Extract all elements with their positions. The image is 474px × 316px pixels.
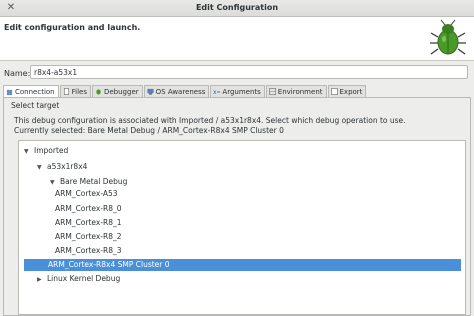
title-bar: ✕ Edit Configuration bbox=[0, 0, 474, 17]
tab-os-awareness[interactable]: OS Awareness bbox=[143, 85, 210, 97]
arguments-icon: x= bbox=[213, 89, 220, 95]
name-label: Name: bbox=[4, 69, 31, 78]
bug-icon bbox=[430, 19, 466, 55]
name-input[interactable] bbox=[30, 65, 468, 79]
tree-leaf-label: ARM_Cortex-R8_0 bbox=[55, 204, 122, 213]
tab-environment[interactable]: Environment bbox=[265, 85, 327, 97]
tree-leaf-label: ARM_Cortex-R8_3 bbox=[55, 246, 122, 255]
tab-label: OS Awareness bbox=[155, 87, 206, 96]
tree-leaf-label: ARM_Cortex-R8_1 bbox=[55, 218, 122, 227]
expanded-arrow-icon[interactable]: ▼ bbox=[24, 146, 34, 158]
tree-node-a53x1r8x4[interactable]: ▼ a53x1r8x4 bbox=[37, 161, 87, 173]
tree-leaf-arm-cortex-r8-3[interactable]: ARM_Cortex-R8_3 bbox=[55, 245, 122, 257]
os-awareness-icon bbox=[147, 88, 154, 95]
export-icon bbox=[330, 88, 338, 95]
tree-leaf-label: ARM_Cortex-R8x4 SMP Cluster 0 bbox=[48, 260, 170, 269]
tab-label: Export bbox=[339, 87, 363, 96]
tab-export[interactable]: Export bbox=[327, 85, 367, 97]
tree-leaf-label: ARM_Cortex-R8_2 bbox=[55, 232, 122, 241]
dialog-body: Name: Connection Files Debugger OS Aware… bbox=[0, 61, 474, 316]
tree-leaf-arm-cortex-r8-1[interactable]: ARM_Cortex-R8_1 bbox=[55, 217, 122, 229]
tree-leaf-arm-cortex-a53[interactable]: ARM_Cortex-A53 bbox=[55, 188, 118, 200]
tree-node-linux-kernel-debug[interactable]: ▶ Linux Kernel Debug bbox=[37, 273, 120, 285]
tree-node-imported[interactable]: ▼ Imported bbox=[24, 145, 68, 157]
description-line: This debug configuration is associated w… bbox=[14, 116, 406, 125]
tab-debugger[interactable]: Debugger bbox=[91, 85, 143, 97]
files-icon bbox=[63, 88, 69, 95]
tab-files[interactable]: Files bbox=[59, 85, 91, 97]
tab-label: Files bbox=[71, 87, 87, 96]
tree-leaf-arm-cortex-r8-2[interactable]: ARM_Cortex-R8_2 bbox=[55, 231, 122, 243]
target-description: This debug configuration is associated w… bbox=[14, 116, 406, 136]
current-selection-line: Currently selected: Bare Metal Debug / A… bbox=[14, 126, 284, 135]
tab-label: Environment bbox=[277, 87, 323, 96]
connection-panel: Select target This debug configuration i… bbox=[3, 97, 471, 316]
tree-node-label: Imported bbox=[34, 146, 69, 155]
collapsed-arrow-icon[interactable]: ▶ bbox=[37, 274, 47, 286]
tree-node-label: Bare Metal Debug bbox=[60, 177, 128, 186]
tab-label: Connection bbox=[15, 88, 55, 96]
tree-node-label: Linux Kernel Debug bbox=[47, 274, 121, 283]
expanded-arrow-icon[interactable]: ▼ bbox=[37, 162, 47, 174]
tree-leaf-arm-cortex-r8-0[interactable]: ARM_Cortex-R8_0 bbox=[55, 203, 122, 215]
tab-label: Arguments bbox=[222, 87, 261, 96]
debugger-icon bbox=[96, 89, 101, 95]
window-title: Edit Configuration bbox=[195, 3, 279, 12]
target-tree[interactable]: ▼ Imported ▼ a53x1r8x4 ▼ Bare Metal Debug A… bbox=[18, 140, 466, 315]
tab-arguments[interactable]: x= Arguments bbox=[210, 85, 265, 97]
tree-node-label: a53x1r8x4 bbox=[47, 162, 88, 171]
group-label: Select target bbox=[11, 101, 60, 110]
tree-node-bare-metal-debug[interactable]: ▼ Bare Metal Debug bbox=[50, 176, 127, 188]
tree-leaf-label: ARM_Cortex-A53 bbox=[55, 189, 118, 198]
header-heading: Edit configuration and launch. bbox=[4, 23, 141, 32]
svg-text:x=: x= bbox=[213, 89, 220, 95]
tab-label: Debugger bbox=[103, 87, 139, 96]
connection-icon bbox=[6, 89, 13, 95]
environment-icon bbox=[268, 88, 276, 95]
dialog-header: Edit configuration and launch. bbox=[0, 17, 474, 61]
tab-bar: Connection Files Debugger OS Awareness x… bbox=[3, 85, 367, 98]
tree-leaf-arm-cortex-r8x4-smp-cluster-0[interactable]: ARM_Cortex-R8x4 SMP Cluster 0 bbox=[24, 259, 461, 271]
